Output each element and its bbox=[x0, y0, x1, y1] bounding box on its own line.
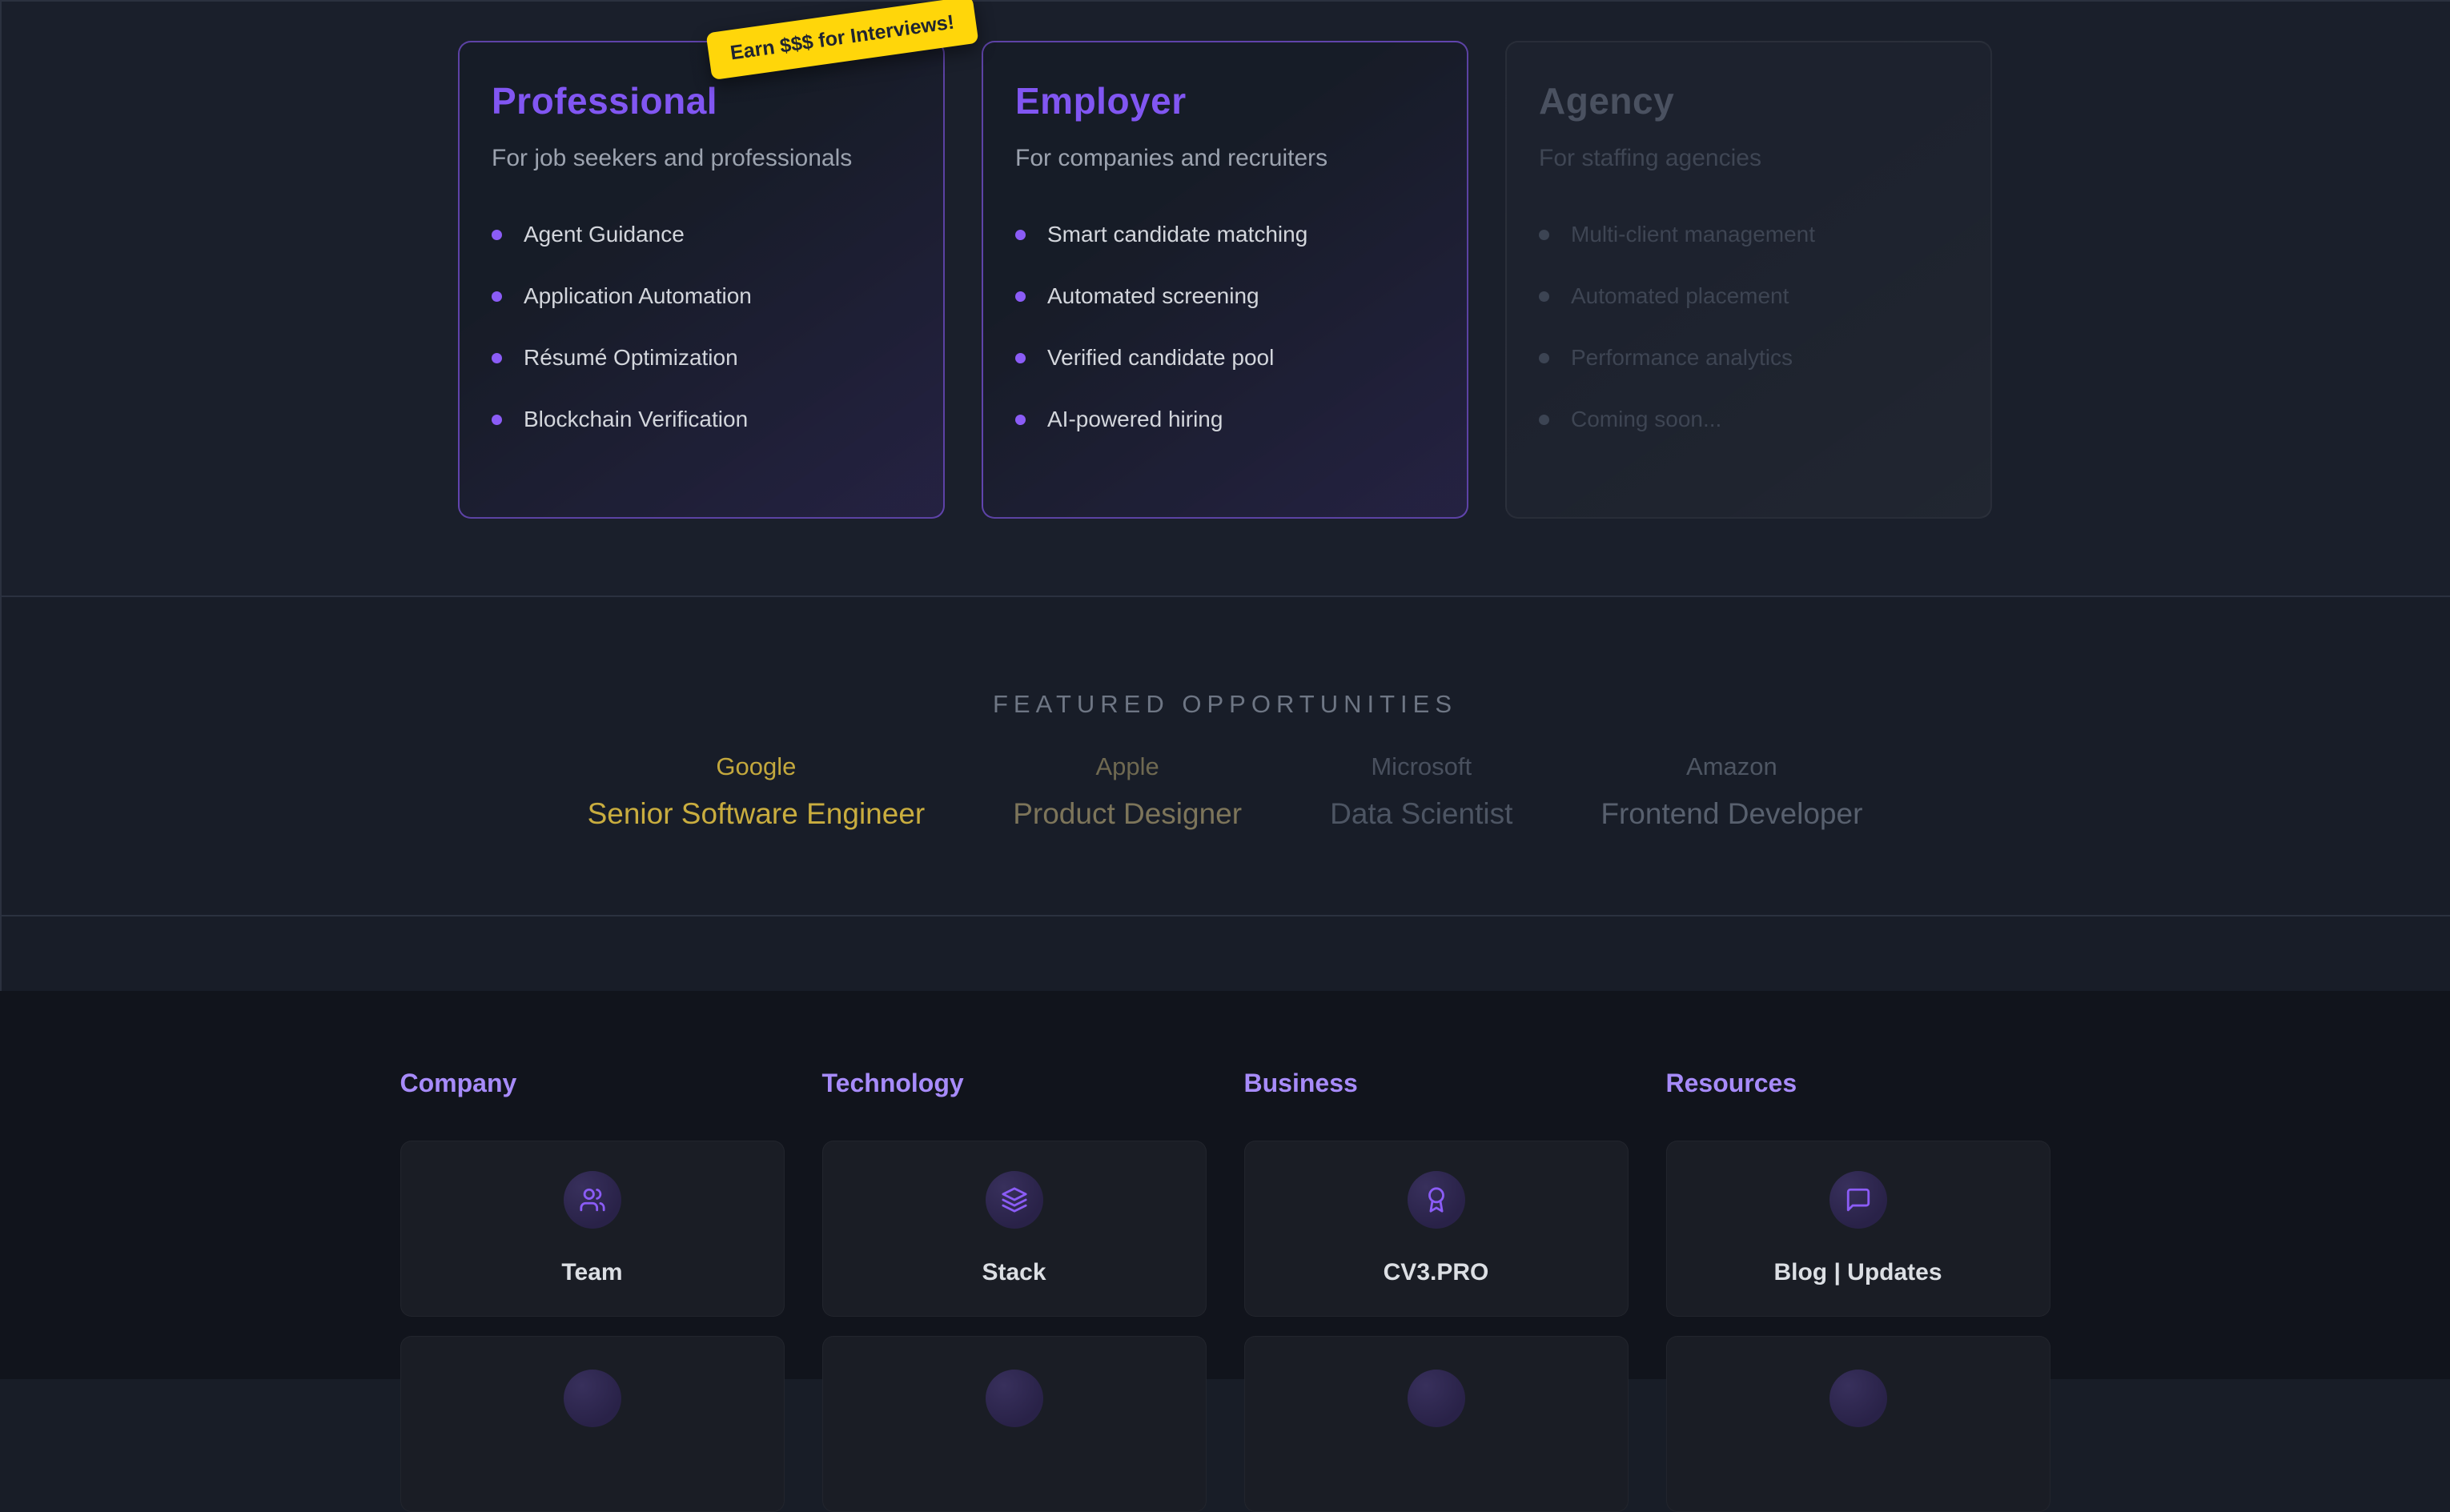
plan-card-professional[interactable]: Professional For job seekers and profess… bbox=[458, 41, 945, 519]
job-company: Microsoft bbox=[1330, 752, 1512, 781]
circle-icon bbox=[986, 1370, 1043, 1427]
job-title: Data Scientist bbox=[1330, 797, 1512, 831]
plan-feature: Coming soon... bbox=[1539, 407, 1958, 432]
bullet-dot-icon bbox=[492, 415, 502, 425]
job-title: Senior Software Engineer bbox=[588, 797, 926, 831]
footer-card-team[interactable]: Team bbox=[400, 1141, 785, 1317]
plan-feature: Résumé Optimization bbox=[492, 345, 911, 371]
plan-feature-label: Automated placement bbox=[1571, 283, 1789, 309]
circle-icon bbox=[1408, 1370, 1465, 1427]
footer-card-partial[interactable] bbox=[822, 1336, 1207, 1512]
plan-card-agency: Agency For staffing agencies Multi-clien… bbox=[1505, 41, 1992, 519]
bullet-dot-icon bbox=[1539, 353, 1549, 363]
footer-card-label: Stack bbox=[982, 1259, 1046, 1286]
plan-feature: Agent Guidance bbox=[492, 222, 911, 247]
bullet-dot-icon bbox=[1015, 353, 1026, 363]
plan-feature-list: Multi-client management Automated placem… bbox=[1539, 222, 1958, 432]
job-listing[interactable]: Amazon Frontend Developer bbox=[1601, 752, 1862, 831]
layers-icon bbox=[986, 1171, 1043, 1229]
plan-feature: Smart candidate matching bbox=[1015, 222, 1435, 247]
footer-card-cv3pro[interactable]: CV3.PRO bbox=[1244, 1141, 1629, 1317]
footer-card-label: CV3.PRO bbox=[1384, 1259, 1489, 1286]
users-icon bbox=[564, 1171, 621, 1229]
circle-icon bbox=[1829, 1370, 1887, 1427]
plan-title: Agency bbox=[1539, 79, 1958, 122]
plan-feature-label: Blockchain Verification bbox=[524, 407, 748, 432]
footer-card-partial[interactable] bbox=[1666, 1336, 2050, 1512]
plan-feature: Multi-client management bbox=[1539, 222, 1958, 247]
footer-grid: Company Team Technology bbox=[400, 1069, 2050, 1512]
footer-card-partial[interactable] bbox=[1244, 1336, 1629, 1512]
plans-section: Earn $$$ for Interviews! Professional Fo… bbox=[0, 0, 2450, 596]
page-left-border bbox=[0, 0, 2, 991]
plans-row: Professional For job seekers and profess… bbox=[0, 41, 2450, 519]
plan-feature-list: Agent Guidance Application Automation Ré… bbox=[492, 222, 911, 432]
plan-feature-label: Multi-client management bbox=[1571, 222, 1815, 247]
circle-icon bbox=[564, 1370, 621, 1427]
footer-column-heading: Resources bbox=[1666, 1069, 2050, 1098]
spacer-band bbox=[0, 915, 2450, 991]
plan-feature-label: Smart candidate matching bbox=[1047, 222, 1307, 247]
plan-feature: Automated placement bbox=[1539, 283, 1958, 309]
plan-subtitle: For companies and recruiters bbox=[1015, 145, 1435, 172]
bullet-dot-icon bbox=[492, 291, 502, 302]
plan-feature: Performance analytics bbox=[1539, 345, 1958, 371]
plan-title: Professional bbox=[492, 79, 911, 122]
job-title: Product Designer bbox=[1013, 797, 1242, 831]
footer-card-partial[interactable] bbox=[400, 1336, 785, 1512]
footer-card-label: Team bbox=[561, 1259, 622, 1286]
plan-feature-label: Agent Guidance bbox=[524, 222, 685, 247]
plan-feature-label: Application Automation bbox=[524, 283, 752, 309]
plan-feature-label: Coming soon... bbox=[1571, 407, 1721, 432]
bullet-dot-icon bbox=[1539, 230, 1549, 240]
award-icon bbox=[1408, 1171, 1465, 1229]
job-listing[interactable]: Apple Product Designer bbox=[1013, 752, 1242, 831]
plan-feature-list: Smart candidate matching Automated scree… bbox=[1015, 222, 1435, 432]
plan-feature-label: Automated screening bbox=[1047, 283, 1259, 309]
footer-column-resources: Resources Blog | Updates bbox=[1666, 1069, 2050, 1512]
job-title: Frontend Developer bbox=[1601, 797, 1862, 831]
plan-feature-label: Résumé Optimization bbox=[524, 345, 738, 371]
plan-title: Employer bbox=[1015, 79, 1435, 122]
plan-feature-label: Verified candidate pool bbox=[1047, 345, 1274, 371]
plan-subtitle: For job seekers and professionals bbox=[492, 145, 911, 172]
job-listing[interactable]: Microsoft Data Scientist bbox=[1330, 752, 1512, 831]
job-company: Amazon bbox=[1601, 752, 1862, 781]
footer-card-stack[interactable]: Stack bbox=[822, 1141, 1207, 1317]
footer: Company Team Technology bbox=[0, 991, 2450, 1379]
plan-feature-label: Performance analytics bbox=[1571, 345, 1793, 371]
footer-column-heading: Company bbox=[400, 1069, 785, 1098]
bullet-dot-icon bbox=[492, 353, 502, 363]
job-company: Google bbox=[588, 752, 926, 781]
footer-column-company: Company Team bbox=[400, 1069, 785, 1512]
bullet-dot-icon bbox=[1015, 230, 1026, 240]
bullet-dot-icon bbox=[1539, 291, 1549, 302]
bullet-dot-icon bbox=[492, 230, 502, 240]
message-icon bbox=[1829, 1171, 1887, 1229]
footer-column-heading: Business bbox=[1244, 1069, 1629, 1098]
plan-feature: AI-powered hiring bbox=[1015, 407, 1435, 432]
plan-feature: Verified candidate pool bbox=[1015, 345, 1435, 371]
footer-card-blog[interactable]: Blog | Updates bbox=[1666, 1141, 2050, 1317]
plan-card-employer[interactable]: Employer For companies and recruiters Sm… bbox=[982, 41, 1468, 519]
footer-column-heading: Technology bbox=[822, 1069, 1207, 1098]
plan-feature: Blockchain Verification bbox=[492, 407, 911, 432]
plan-feature: Automated screening bbox=[1015, 283, 1435, 309]
bullet-dot-icon bbox=[1539, 415, 1549, 425]
plan-feature: Application Automation bbox=[492, 283, 911, 309]
plan-subtitle: For staffing agencies bbox=[1539, 145, 1958, 172]
plan-feature-label: AI-powered hiring bbox=[1047, 407, 1223, 432]
job-listing[interactable]: Google Senior Software Engineer bbox=[588, 752, 926, 831]
featured-jobs-row: Google Senior Software Engineer Apple Pr… bbox=[0, 752, 2450, 831]
featured-heading: FEATURED OPPORTUNITIES bbox=[0, 597, 2450, 719]
footer-column-technology: Technology Stack bbox=[822, 1069, 1207, 1512]
bullet-dot-icon bbox=[1015, 291, 1026, 302]
job-company: Apple bbox=[1013, 752, 1242, 781]
featured-opportunities-section: FEATURED OPPORTUNITIES Google Senior Sof… bbox=[0, 596, 2450, 915]
bullet-dot-icon bbox=[1015, 415, 1026, 425]
footer-column-business: Business CV3.PRO bbox=[1244, 1069, 1629, 1512]
footer-card-label: Blog | Updates bbox=[1773, 1259, 1942, 1286]
